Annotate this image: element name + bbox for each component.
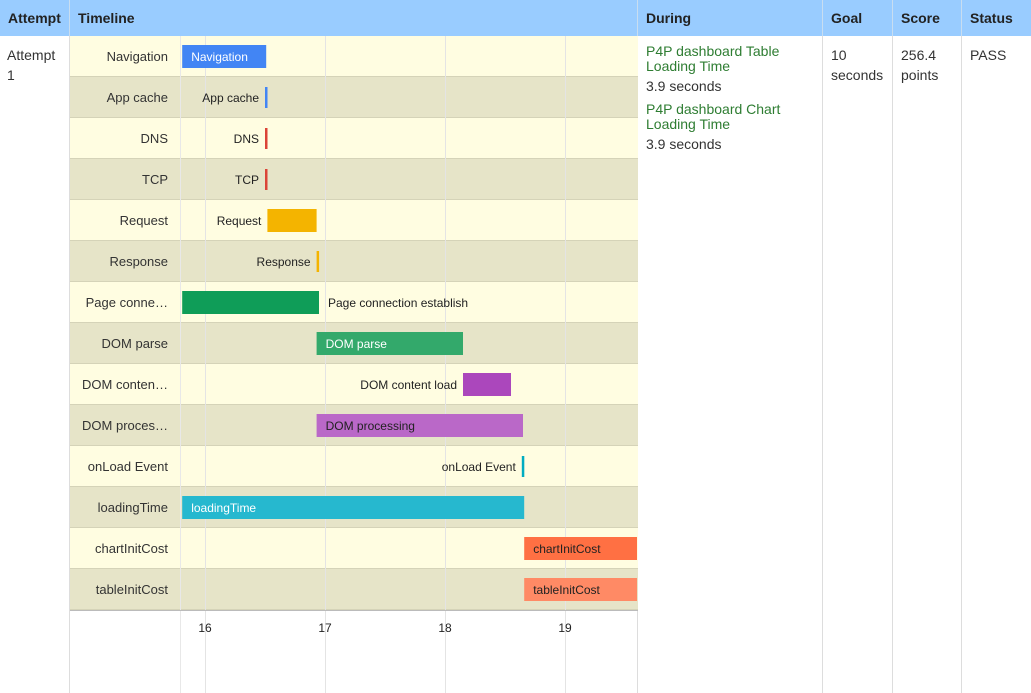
during-value-chart: 3.9 seconds: [646, 136, 722, 152]
timeline-row-label: tableInitCost: [96, 582, 169, 597]
header-score[interactable]: Score: [893, 0, 962, 36]
score-cell: 256.4 points: [901, 47, 939, 83]
during-value-table: 3.9 seconds: [646, 78, 722, 94]
during-link-table[interactable]: P4P dashboard Table Loading Time: [646, 44, 816, 74]
x-tick-label: 18: [438, 621, 452, 635]
timeline-row-label: DOM conten…: [82, 377, 168, 392]
column-divider: [892, 36, 893, 693]
timeline-bar-label: onLoad Event: [442, 460, 517, 474]
header-timeline[interactable]: Timeline: [70, 0, 638, 36]
x-tick-label: 17: [318, 621, 332, 635]
timeline-bar-label: chartInitCost: [533, 542, 601, 556]
timeline-bar[interactable]: [265, 87, 268, 108]
column-divider: [961, 36, 962, 693]
timeline-chart: 16 17 18 19 Navigation Navigation App cache App…: [70, 36, 638, 693]
timeline-row-label: DOM parse: [102, 336, 168, 351]
timeline-bar[interactable]: [463, 373, 511, 396]
timeline-row-label: Navigation: [107, 49, 168, 64]
timeline-bar[interactable]: [182, 291, 319, 314]
timeline-row-label: DOM proces…: [82, 418, 168, 433]
timeline-row-label: TCP: [142, 172, 168, 187]
timeline-bar-label: tableInitCost: [533, 583, 600, 597]
timeline-bar-label: DOM parse: [326, 337, 388, 351]
attempt-cell: Attempt 1: [7, 47, 56, 83]
timeline-bar-label: TCP: [235, 173, 259, 187]
timeline-bar-label: DNS: [234, 132, 259, 146]
goal-cell: 10 seconds: [831, 47, 884, 83]
header-during[interactable]: During: [638, 0, 823, 36]
timeline-row-label: Response: [109, 254, 168, 269]
timeline-bar[interactable]: [521, 456, 525, 477]
x-tick-label: 16: [198, 621, 212, 635]
timeline-bar[interactable]: [265, 128, 268, 149]
timeline-bar-label: Response: [257, 255, 311, 269]
timeline-bar-label: App cache: [202, 91, 259, 105]
x-tick-label: 19: [558, 621, 572, 635]
timeline-row-label: Page conne…: [86, 295, 168, 310]
timeline-row-label: onLoad Event: [88, 459, 169, 474]
status-badge: PASS: [970, 47, 1007, 63]
during-cell: P4P dashboard Table Loading Time 3.9 sec…: [646, 44, 816, 154]
timeline-bar[interactable]: [267, 209, 317, 232]
header-goal[interactable]: Goal: [823, 0, 893, 36]
timeline-row-label: chartInitCost: [95, 541, 168, 556]
timeline-bar-label: Request: [217, 214, 262, 228]
timeline-row-label: loadingTime: [98, 500, 168, 515]
timeline-bar[interactable]: [265, 169, 268, 190]
timeline-bar-label: DOM content load: [360, 378, 457, 392]
header-attempt[interactable]: Attempt: [0, 0, 70, 36]
timeline-bar[interactable]: [316, 251, 320, 272]
timeline-bar-label: DOM processing: [326, 419, 415, 433]
timeline-row-label: DNS: [141, 131, 169, 146]
timeline-bar-label: loadingTime: [191, 501, 256, 515]
header-status[interactable]: Status: [962, 0, 1031, 36]
timeline-bar-label: Page connection establish: [328, 296, 468, 310]
timeline-bar-label: Navigation: [191, 50, 248, 64]
timeline-row-label: Request: [120, 213, 169, 228]
timeline-row-label: App cache: [107, 90, 168, 105]
during-link-chart[interactable]: P4P dashboard Chart Loading Time: [646, 102, 816, 132]
column-divider: [822, 36, 823, 693]
